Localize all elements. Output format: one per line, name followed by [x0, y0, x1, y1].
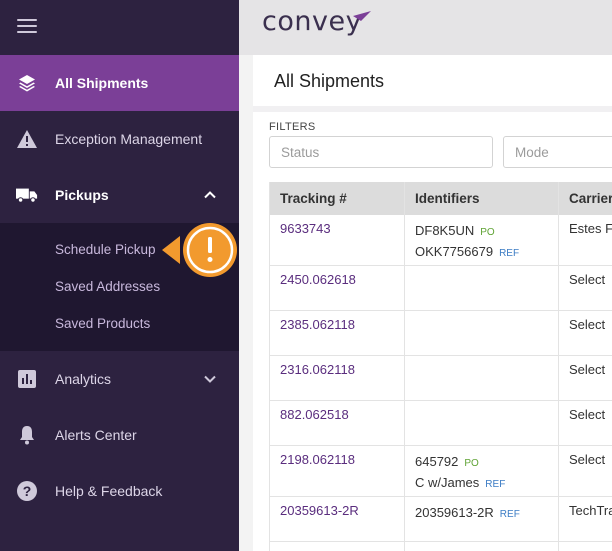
tracking-link[interactable]: 9633743	[280, 221, 331, 236]
sidebar-item-label: Pickups	[55, 187, 109, 203]
table-row[interactable]: 2385.062118 Select	[270, 311, 612, 356]
divider	[253, 106, 612, 112]
tracking-link[interactable]: 20359613-2R	[280, 503, 359, 518]
mode-filter-placeholder: Mode	[515, 145, 549, 160]
sidebar-item-label: Analytics	[55, 371, 112, 387]
warning-icon	[16, 128, 38, 150]
tracking-link[interactable]: 2385.062118	[280, 317, 355, 332]
column-header-carrier[interactable]: Carrier	[569, 191, 612, 206]
identifier-value: 645792	[415, 454, 459, 469]
tracking-link[interactable]: 2316.062118	[280, 362, 355, 377]
ref-tag: REF	[499, 509, 520, 520]
submenu-item-saved-products[interactable]: Saved Products	[55, 316, 150, 331]
identifier-value: 20359613-2R	[415, 505, 494, 520]
table-header: Tracking # Identifiers Carrier	[270, 182, 612, 215]
mode-filter[interactable]: Mode	[503, 136, 612, 168]
table-row[interactable]: 2198.062118 645792 PO C w/James REF Select	[270, 446, 612, 497]
table-row[interactable]: 2316.062118 Select	[270, 356, 612, 401]
sidebar-item-pickups[interactable]: Pickups	[0, 167, 239, 223]
ref-tag: REF	[485, 479, 506, 490]
truck-icon	[16, 184, 38, 206]
svg-text:?: ?	[23, 483, 32, 499]
ref-tag: REF	[499, 248, 520, 259]
status-filter[interactable]: Status	[269, 136, 493, 168]
submenu-item-schedule-pickup[interactable]: Schedule Pickup	[55, 242, 156, 257]
bar-chart-icon	[16, 368, 38, 390]
page-title: All Shipments	[274, 71, 385, 91]
identifiers-cell: 645792 PO C w/James REF	[415, 452, 505, 494]
sidebar-item-exception-management[interactable]: Exception Management	[0, 111, 239, 167]
carrier-cell: Select	[569, 452, 606, 467]
hamburger-icon[interactable]	[17, 19, 37, 33]
tracking-link[interactable]: 2450.062618	[280, 272, 356, 287]
help-icon: ?	[16, 480, 38, 502]
chevron-up-icon[interactable]	[201, 186, 219, 204]
sidebar-item-help-feedback[interactable]: ? Help & Feedback	[0, 463, 239, 519]
chevron-down-icon[interactable]	[201, 370, 219, 388]
sidebar-item-alerts-center[interactable]: Alerts Center	[0, 407, 239, 463]
carrier-cell: Select	[569, 407, 606, 422]
layers-icon	[16, 72, 38, 94]
identifiers-cell: DF8K5UN PO OKK7756679 REF	[415, 221, 519, 263]
sidebar-item-label: Help & Feedback	[55, 483, 163, 499]
identifier-value: DF8K5UN	[415, 223, 475, 238]
status-filter-placeholder: Status	[281, 145, 320, 160]
identifier-value: C w/James	[415, 475, 480, 490]
table-row[interactable]: 882.062518 Select	[270, 401, 612, 446]
shipments-table: Tracking # Identifiers Carrier 9633743 D…	[269, 182, 612, 551]
alert-callout[interactable]	[160, 222, 240, 278]
carrier-cell: Select	[569, 317, 606, 332]
column-header-identifiers[interactable]: Identifiers	[415, 191, 480, 206]
sidebar-item-label: Exception Management	[55, 131, 203, 147]
carrier-cell: TechTra	[569, 503, 612, 518]
logo-mark-icon	[353, 11, 371, 21]
identifiers-cell: 20359613-2R REF	[415, 503, 520, 524]
bell-icon	[16, 424, 38, 446]
table-row[interactable]: 20359613-2R 20359613-2R REF TechTra	[270, 497, 612, 542]
column-header-tracking[interactable]: Tracking #	[280, 191, 347, 206]
table-row[interactable]: 2450.062618 Select	[270, 266, 612, 311]
sidebar-item-label: All Shipments	[55, 75, 149, 91]
identifier-value: OKK7756679	[415, 244, 494, 259]
carrier-cell: Select	[569, 362, 606, 377]
brand-logo: convey	[262, 6, 363, 37]
tracking-link[interactable]: 2198.062118	[280, 452, 355, 467]
submenu-item-saved-addresses[interactable]: Saved Addresses	[55, 279, 160, 294]
po-tag: PO	[480, 227, 495, 238]
sidebar-item-label: Alerts Center	[55, 427, 137, 443]
sidebar-item-all-shipments[interactable]: All Shipments	[0, 55, 239, 111]
filters-label: FILTERS	[269, 121, 316, 133]
carrier-cell: Select	[569, 272, 606, 287]
tracking-link[interactable]: 882.062518	[280, 407, 349, 422]
table-row[interactable]: 9633743 DF8K5UN PO OKK7756679 REF Estes F	[270, 215, 612, 266]
carrier-cell: Estes F	[569, 221, 612, 236]
po-tag: PO	[464, 458, 479, 469]
sidebar-item-analytics[interactable]: Analytics	[0, 351, 239, 407]
